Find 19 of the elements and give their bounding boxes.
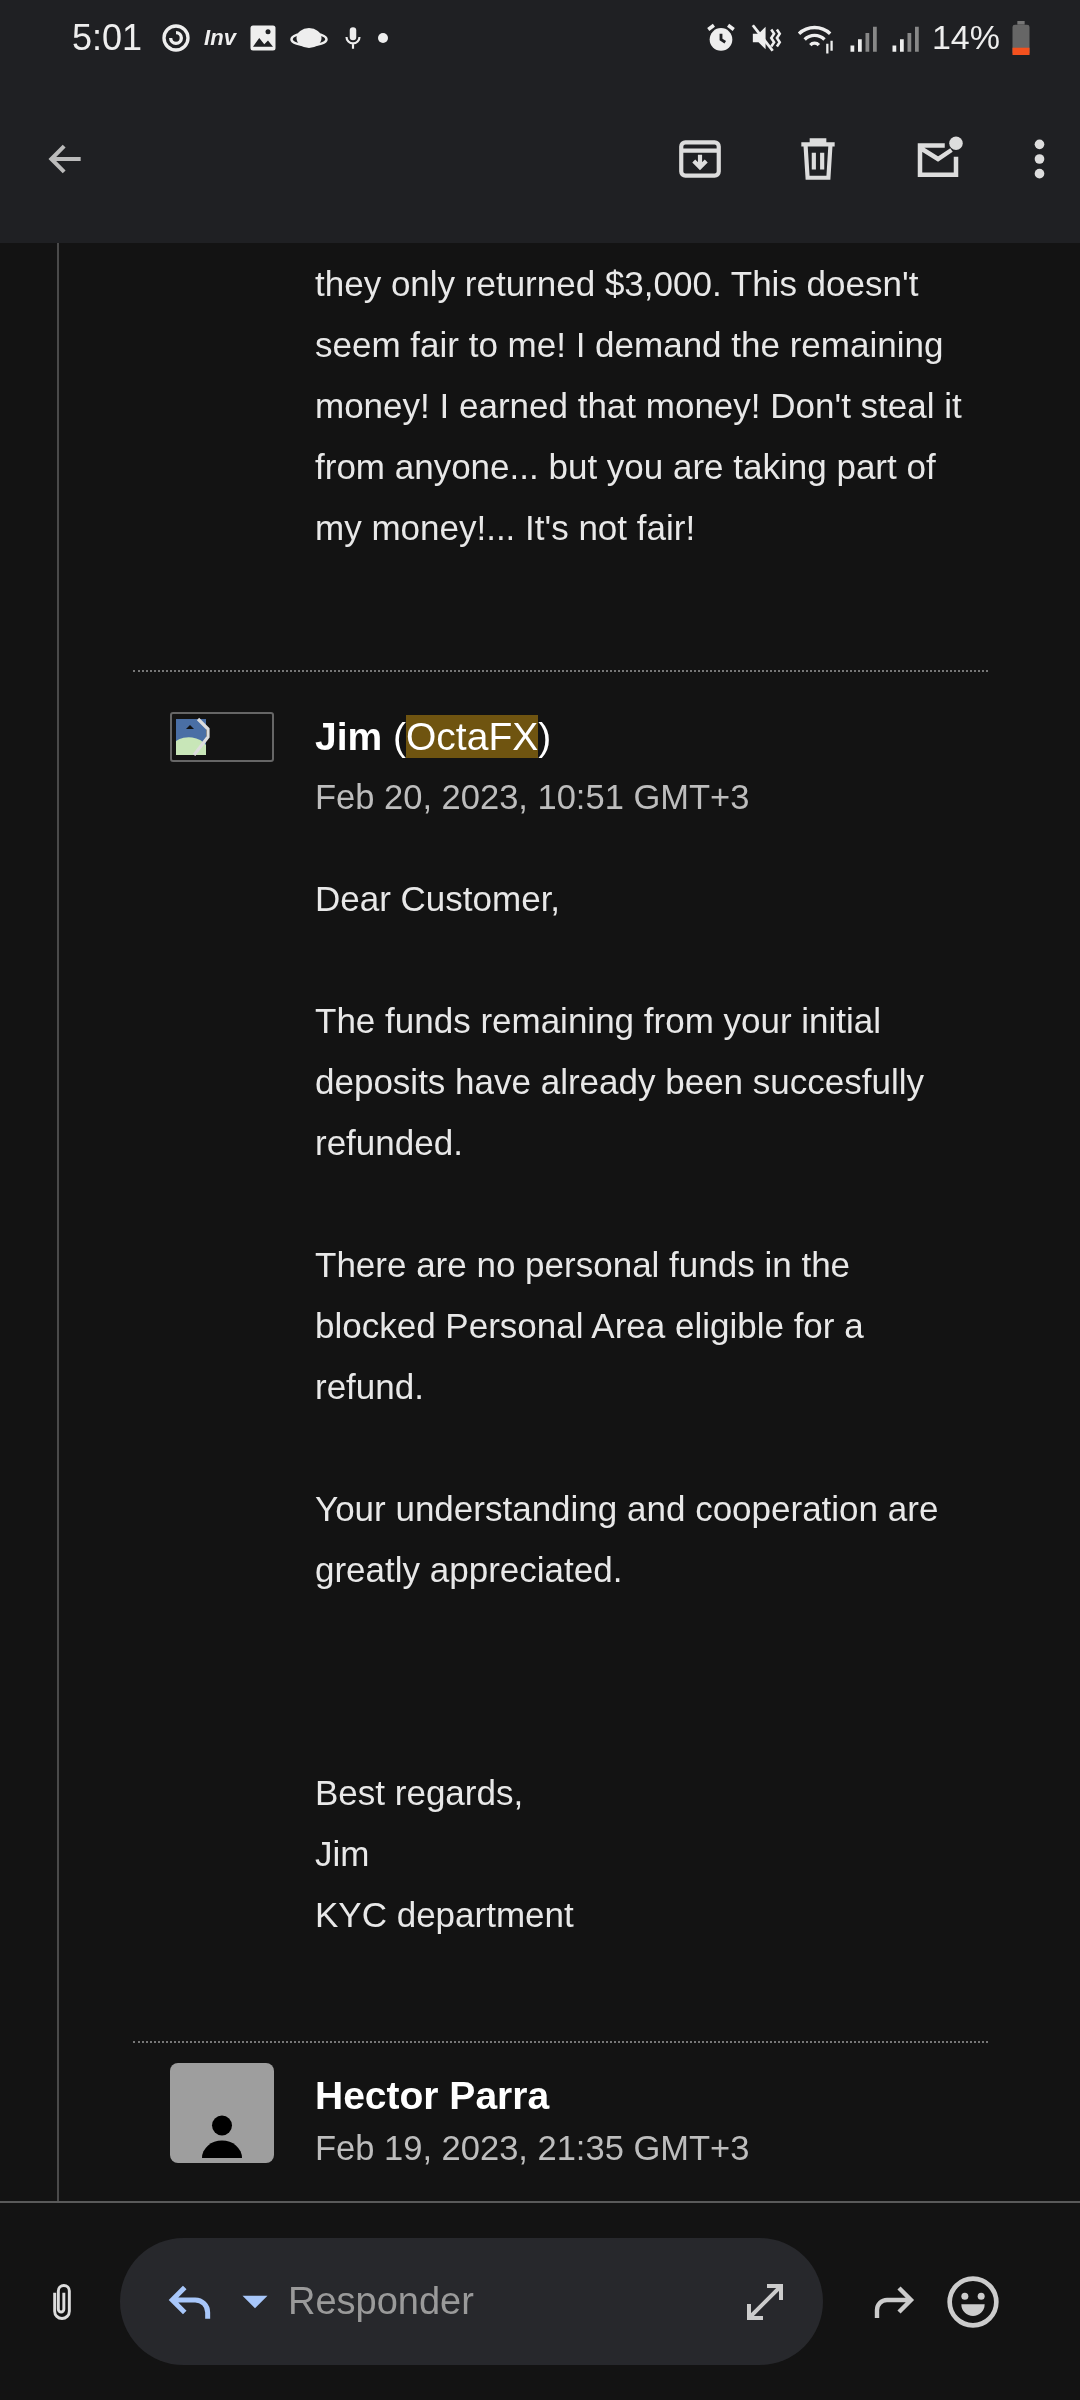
message-paragraph: Dear Customer, xyxy=(315,878,562,920)
battery-percentage: 14% xyxy=(931,18,1000,57)
status-time: 5:01 xyxy=(72,16,143,59)
message-paragraph: There are no personal funds in the blocked Personal Area eligible for a refund. xyxy=(315,1244,865,1408)
reply-input[interactable]: Responder xyxy=(288,2272,723,2331)
message-paragraph: they only returned $3,000. This doesn't seem fair to me! I demand the remaining money! I earned that money! Don't steal it from anyone... but you are taking part of my money!... It's not fair! xyxy=(315,263,963,549)
dot-icon xyxy=(377,32,388,43)
battery-icon xyxy=(1012,20,1030,55)
sync-icon xyxy=(160,21,193,54)
message-date: Feb 19, 2023, 21:35 GMT+3 xyxy=(315,2128,750,2169)
more-icon xyxy=(1033,138,1046,180)
message-paragraph: Your understanding and cooperation are greatly appreciated. xyxy=(315,1488,940,1591)
message-paragraph: The funds remaining from your initial deposits have already been succesfully refunded. xyxy=(315,1000,925,1164)
notification-app-label: Inv xyxy=(204,24,236,51)
message-date: Feb 20, 2023, 10:51 GMT+3 xyxy=(315,777,750,818)
reply-field[interactable]: Responder xyxy=(120,2238,823,2365)
smiley-icon xyxy=(945,2273,1001,2330)
sender-name: Hector Parra xyxy=(315,2073,551,2119)
signature-text: Best regards, Jim KYC department xyxy=(315,1772,575,1936)
